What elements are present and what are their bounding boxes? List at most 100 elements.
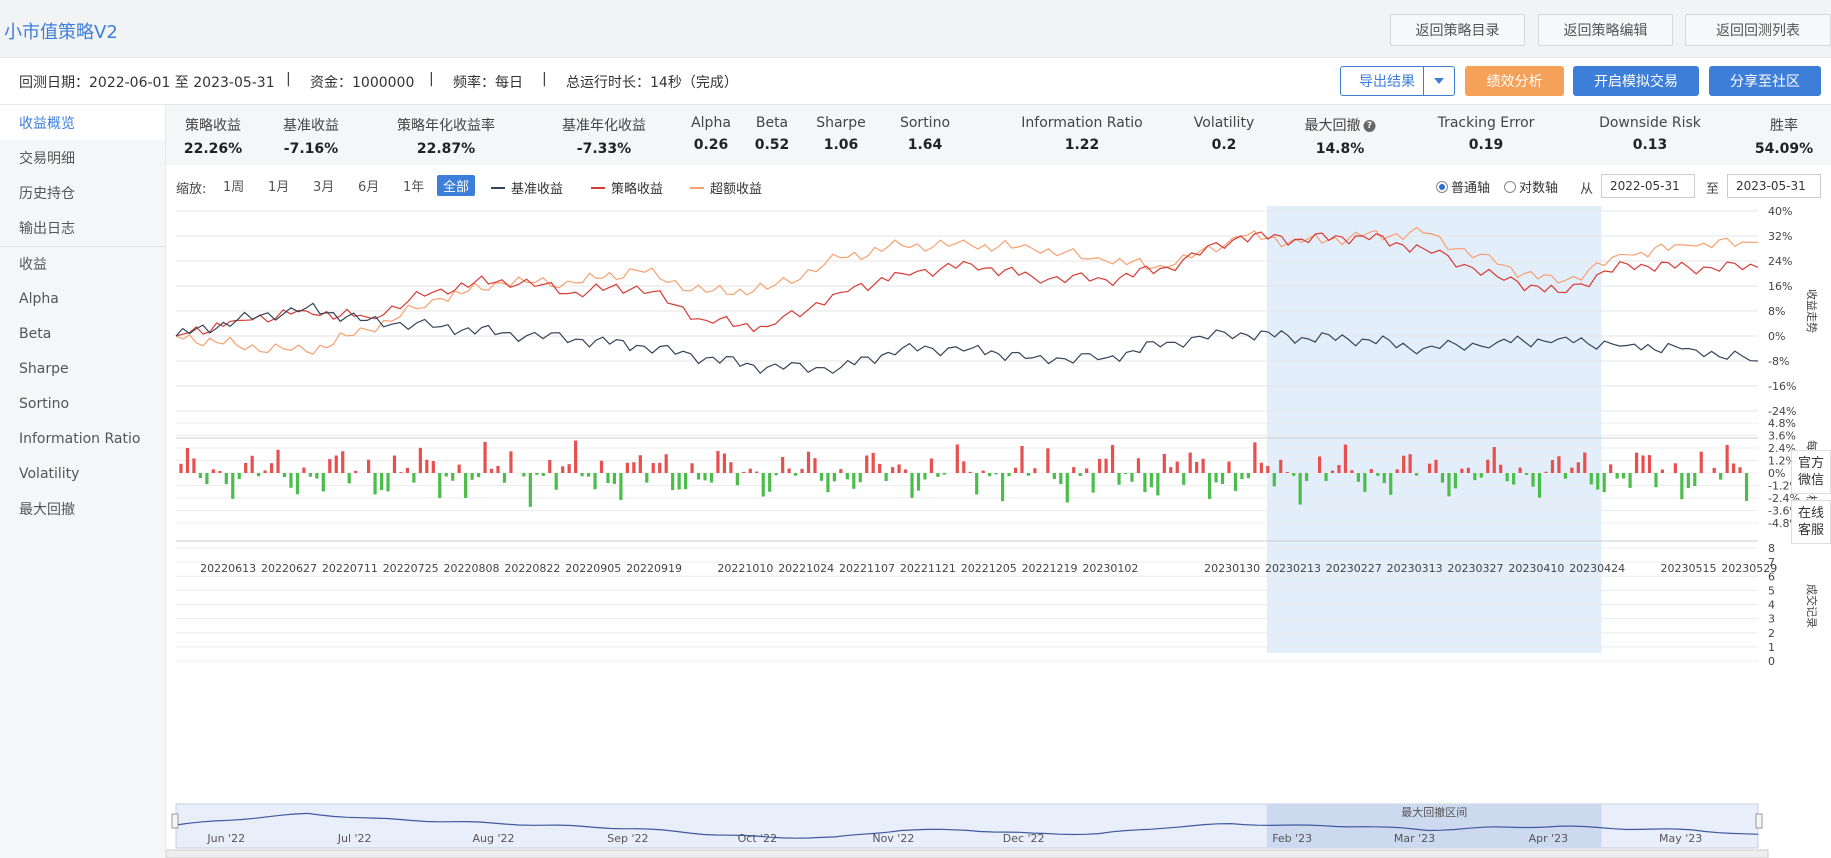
sidebar-item-sharpe[interactable]: Sharpe [0,351,165,386]
pnl-bar [1292,473,1296,476]
legend-benchmark[interactable]: 基准收益 [491,178,563,197]
x-tick-label: 20230102 [1082,562,1138,575]
zoom-1y-button[interactable]: 1年 [397,175,430,196]
pnl-bar [832,473,836,482]
zoom-all-button[interactable]: 全部 [437,175,476,196]
axis-log-radio[interactable]: 对数轴 [1504,177,1558,196]
pnl-bar [1453,473,1458,489]
x-tick-label: 20230227 [1326,562,1382,575]
navigator-band-label: 最大回撤区间 [1401,805,1467,819]
legend-excess[interactable]: 超额收益 [690,178,762,197]
pnl-bar [625,462,629,473]
export-dropdown-toggle[interactable] [1423,67,1454,95]
pnl-bar [405,467,410,473]
share-to-community-button[interactable]: 分享至社区 [1709,66,1821,96]
to-date-input[interactable] [1727,174,1821,198]
pnl-bar [735,473,739,486]
sidebar-item-sortino[interactable]: Sortino [0,386,165,421]
back-to-edit-button[interactable]: 返回策略编辑 [1538,14,1673,46]
pnl-bar [878,463,882,473]
metric-value: -7.33% [576,141,632,157]
back-to-list-button[interactable]: 返回回测列表 [1685,14,1831,46]
sidebar-item-alpha[interactable]: Alpha [0,281,165,316]
pnl-bar [476,473,481,478]
metric-win-rate: 胜率 54.09% [1755,115,1813,157]
y-tick-label: 24% [1768,255,1792,268]
pnl-bar [1647,455,1652,473]
backtest-chart[interactable]: 最大回撤区间40%32%24%16%8%0%-8%-16%-24%收益走势4.8… [166,206,1831,858]
pnl-bar [1078,473,1082,477]
metric-label: Downside Risk [1599,115,1701,131]
sidebar-item-volatility[interactable]: Volatility [0,456,165,491]
pnl-bar [1207,473,1212,499]
help-icon[interactable]: ? [1363,120,1376,132]
sidebar-item-overview[interactable]: 收益概览 [0,105,165,140]
pnl-bar [1363,473,1367,492]
pnl-bar [231,473,235,499]
pnl-bar [1246,473,1251,479]
pnl-bar [916,473,921,491]
pnl-bar [1026,473,1031,476]
sidebar-item-returns[interactable]: 收益 [0,246,165,281]
pnl-bar [1518,467,1522,473]
pnl-bar [1499,464,1503,473]
pnl-bar [1188,452,1192,473]
axis-log-label: 对数轴 [1519,181,1559,196]
navigator-right-handle[interactable] [1755,813,1763,829]
legend-strategy[interactable]: 策略收益 [591,178,663,197]
pnl-bar [1072,467,1076,473]
pnl-bar [742,471,746,473]
pnl-bar [1492,447,1496,473]
pnl-bar [1583,452,1587,473]
start-sim-trading-button[interactable]: 开启模拟交易 [1573,66,1699,96]
navigator-left-handle[interactable] [171,813,179,829]
metric-label: 基准年化收益 [562,118,646,134]
x-tick-label: 20221107 [839,562,895,575]
pnl-bar [703,473,707,481]
pnl-bar [981,470,985,473]
zoom-1w-button[interactable]: 1周 [217,175,250,196]
metric-value: 54.09% [1754,141,1814,157]
zoom-3m-button[interactable]: 3月 [307,175,340,196]
y-tick-label: 32% [1768,230,1792,243]
pnl-bar [1634,452,1639,473]
online-service-float[interactable]: 在线客服 [1791,500,1831,544]
metric-label: Sortino [899,115,951,131]
zoom-6m-button[interactable]: 6月 [352,175,385,196]
pnl-bar [1628,473,1632,488]
pnl-bar [561,466,565,473]
pnl-bar [638,455,642,473]
x-tick-label: 20230130 [1204,562,1260,575]
sidebar-item-beta[interactable]: Beta [0,316,165,351]
navigator-scrollbar[interactable] [166,849,1769,858]
sidebar-item-positions[interactable]: 历史持仓 [0,175,165,210]
pnl-bar [308,473,312,477]
drawdown-band [1266,206,1602,653]
back-to-catalog-button[interactable]: 返回策略目录 [1390,14,1525,46]
pnl-bar [599,460,604,473]
pnl-bar [1110,445,1115,473]
performance-analysis-button[interactable]: 绩效分析 [1465,66,1564,96]
pnl-bar [955,444,959,473]
backtest-period: 回测日期：2022-06-01 至 2023-05-31 [19,75,275,91]
metric-volatility: Volatility 0.2 [1194,115,1254,153]
x-tick-label: 20220919 [626,562,682,575]
pnl-bar [1596,473,1600,490]
pnl-bar [1033,468,1037,473]
sidebar-item-max-drawdown[interactable]: 最大回撤 [0,491,165,526]
pnl-bar [457,464,461,473]
separator: | [542,71,547,87]
pnl-bar [464,473,468,498]
pnl-bar [806,451,811,473]
sidebar-item-trades[interactable]: 交易明细 [0,140,165,175]
pnl-bar [793,473,798,476]
official-wechat-float[interactable]: 官方微信 [1791,450,1831,494]
axis-normal-radio[interactable]: 普通轴 [1436,177,1490,196]
export-results-button[interactable]: 导出结果 [1340,66,1455,96]
sidebar-item-information-ratio[interactable]: Information Ratio [0,421,165,456]
pnl-bar [528,473,532,507]
to-label: 至 [1706,182,1720,197]
sidebar-item-logs[interactable]: 输出日志 [0,210,165,245]
zoom-1m-button[interactable]: 1月 [262,175,295,196]
from-date-input[interactable] [1601,174,1695,198]
